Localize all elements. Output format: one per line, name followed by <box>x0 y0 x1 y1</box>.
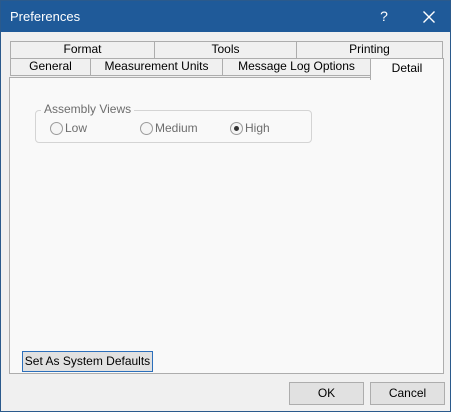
radio-high-label: High <box>245 121 270 135</box>
tab-detail[interactable]: Detail <box>370 58 444 80</box>
tab-format[interactable]: Format <box>10 41 155 59</box>
tab-general[interactable]: General <box>10 58 91 76</box>
radio-medium-label: Medium <box>155 121 198 135</box>
close-button[interactable] <box>415 1 443 32</box>
radio-icon <box>50 122 63 135</box>
cancel-button[interactable]: Cancel <box>370 382 445 405</box>
radio-dot-icon <box>234 126 239 131</box>
ok-button[interactable]: OK <box>289 382 364 405</box>
close-icon <box>423 11 435 23</box>
preferences-dialog: Preferences ? Format Tools Printing Gene… <box>0 0 451 412</box>
window-title: Preferences <box>10 9 81 24</box>
tab-measurement-units[interactable]: Measurement Units <box>90 58 223 76</box>
tab-message-log-options[interactable]: Message Log Options <box>222 58 371 76</box>
radio-icon-selected <box>230 122 243 135</box>
radio-low-label: Low <box>65 121 88 135</box>
title-bar: Preferences ? <box>1 1 450 32</box>
tab-printing[interactable]: Printing <box>296 41 443 59</box>
set-system-defaults-button[interactable]: Set As System Defaults <box>22 351 153 372</box>
assembly-views-label: Assembly Views <box>41 102 135 116</box>
tab-tools[interactable]: Tools <box>154 41 297 59</box>
help-button[interactable]: ? <box>373 1 395 32</box>
radio-icon <box>140 122 153 135</box>
